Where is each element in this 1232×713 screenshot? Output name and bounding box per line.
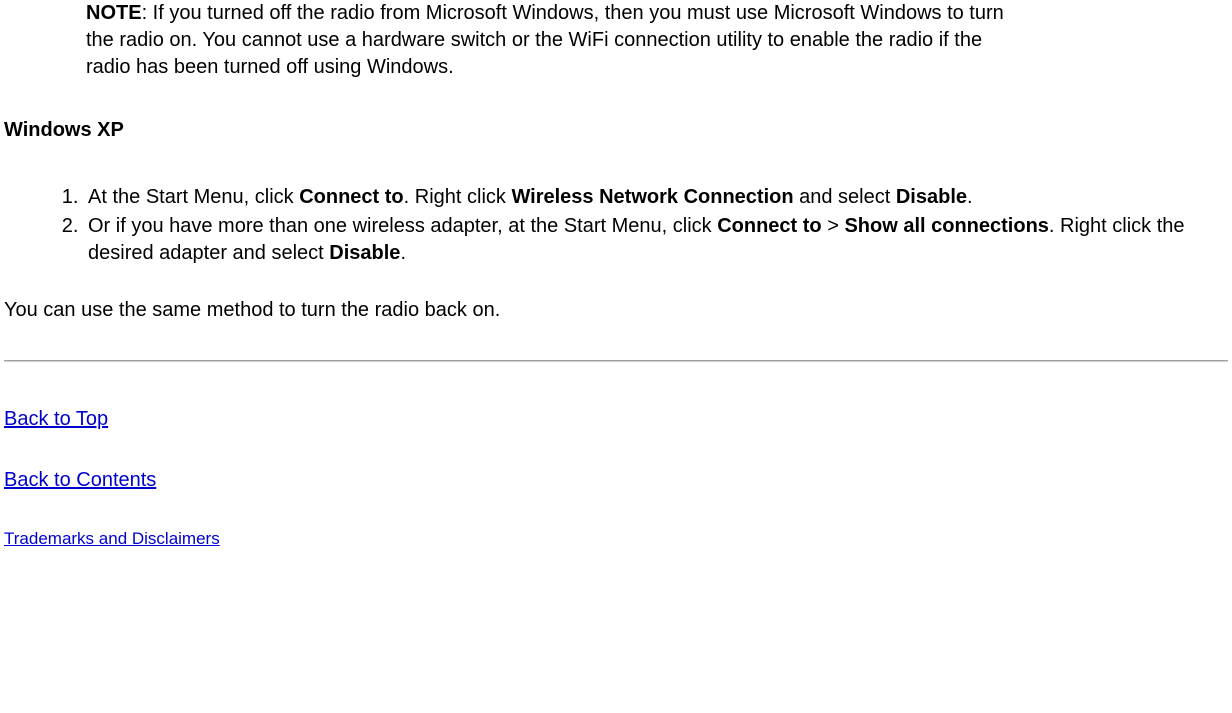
step-bold: Disable: [329, 242, 400, 264]
note-text: : If you turned off the radio from Micro…: [86, 2, 1004, 78]
trademarks-link[interactable]: Trademarks and Disclaimers: [4, 528, 220, 551]
horizontal-rule: [4, 360, 1228, 362]
note-paragraph: NOTE: If you turned off the radio from M…: [86, 0, 1006, 81]
step-text: .: [400, 242, 406, 264]
step-text: At the Start Menu, click: [88, 186, 299, 208]
document-page: NOTE: If you turned off the radio from M…: [0, 0, 1232, 569]
step-item: Or if you have more than one wireless ad…: [84, 213, 1220, 267]
step-item: At the Start Menu, click Connect to. Rig…: [84, 184, 1220, 211]
step-text: .: [967, 186, 973, 208]
step-bold: Disable: [896, 186, 967, 208]
step-text: . Right click: [404, 186, 512, 208]
link-row: Back to Contents: [4, 467, 1228, 494]
steps-list: At the Start Menu, click Connect to. Rig…: [48, 184, 1228, 267]
step-text: and select: [794, 186, 896, 208]
link-row: Trademarks and Disclaimers: [4, 528, 1228, 551]
section-heading-windows-xp: Windows XP: [4, 117, 1228, 144]
step-text: Or if you have more than one wireless ad…: [88, 215, 717, 237]
closing-paragraph: You can use the same method to turn the …: [4, 297, 1228, 324]
note-label: NOTE: [86, 2, 142, 24]
step-bold: Connect to: [717, 215, 821, 237]
step-bold: Show all connections: [844, 215, 1048, 237]
step-text: >: [822, 215, 845, 237]
step-bold: Wireless Network Connection: [511, 186, 793, 208]
back-to-contents-link[interactable]: Back to Contents: [4, 467, 156, 494]
link-row: Back to Top: [4, 406, 1228, 433]
step-bold: Connect to: [299, 186, 403, 208]
back-to-top-link[interactable]: Back to Top: [4, 406, 108, 433]
